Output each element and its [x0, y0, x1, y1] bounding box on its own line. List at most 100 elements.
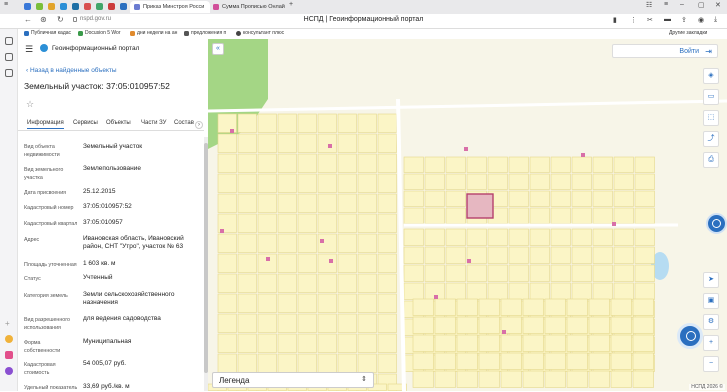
land-parcel: [434, 298, 456, 316]
sidebar-app-icon[interactable]: [5, 69, 13, 77]
portal-name: Геоинформационный портал: [52, 45, 140, 52]
parcel-marker: [266, 257, 270, 261]
bookmark-item[interactable]: консультант плюс: [236, 30, 284, 36]
tab-composition[interactable]: Состав: [174, 120, 194, 126]
sidebar-app-icon[interactable]: [5, 335, 13, 343]
tab-services[interactable]: Сервисы: [73, 120, 98, 126]
land-parcel: [544, 334, 566, 352]
feedback-button[interactable]: [706, 213, 727, 234]
land-parcel: [632, 352, 654, 370]
pinned-tab-icon[interactable]: [108, 3, 115, 10]
minimize-button[interactable]: –: [680, 1, 684, 8]
area-select-icon[interactable]: ⬚: [703, 110, 719, 126]
more-icon[interactable]: ⋮: [630, 16, 637, 24]
share-map-icon[interactable]: ⤴: [703, 131, 719, 147]
tabs-next-icon[interactable]: ›: [195, 121, 203, 129]
land-parcel: [445, 282, 466, 300]
field-label: Вид земельного участка: [24, 167, 64, 181]
sidebar-app-icon[interactable]: [5, 367, 13, 375]
land-parcel: [613, 264, 634, 282]
bookmark-label: предложения п: [191, 30, 227, 36]
bookmark-icon[interactable]: ▮: [613, 16, 617, 24]
pinned-tab-icon[interactable]: [120, 3, 127, 10]
land-parcel: [445, 264, 466, 282]
browser-tab[interactable]: Приказ Минстроя Росси: [130, 1, 210, 13]
extension-icon[interactable]: ✂: [647, 16, 653, 24]
pinned-tab-icon[interactable]: [60, 3, 67, 10]
login-button[interactable]: Войти ⇥: [612, 44, 718, 58]
bookmarks-icon[interactable]: ☷: [646, 1, 652, 9]
map-mode-icon[interactable]: ▣: [703, 293, 719, 309]
land-parcel: [544, 316, 566, 334]
close-window-button[interactable]: ✕: [715, 1, 721, 9]
field-label: Кадастровый номер: [24, 205, 74, 211]
sidebar-app-icon[interactable]: [5, 53, 13, 61]
parcel-marker: [320, 239, 324, 243]
pinned-tab-icon[interactable]: [72, 3, 79, 10]
favorite-star-icon[interactable]: ☆: [26, 99, 34, 110]
extension-icon[interactable]: ▬: [664, 16, 671, 23]
land-parcel: [466, 173, 487, 190]
locate-icon[interactable]: ➤: [703, 272, 719, 288]
pinned-tab-icon[interactable]: [96, 3, 103, 10]
ruler-icon[interactable]: ▭: [703, 89, 719, 105]
maximize-button[interactable]: ▢: [698, 1, 705, 9]
parcel-marker: [467, 259, 471, 263]
back-to-results-link[interactable]: ‹ Назад в найденные объекты: [26, 67, 117, 74]
land-parcel: [297, 213, 317, 233]
other-bookmarks[interactable]: Другие закладки: [669, 30, 707, 36]
land-parcel: [337, 253, 357, 273]
land-parcel: [297, 233, 317, 253]
sidebar-app-icon[interactable]: [5, 351, 13, 359]
zoom-in-button[interactable]: +: [703, 335, 719, 351]
collapse-panel-button[interactable]: «: [212, 43, 224, 55]
chat-icon: [686, 331, 696, 341]
share-icon[interactable]: ⇪: [681, 16, 687, 24]
browser-menu-icon[interactable]: ≡: [4, 1, 8, 8]
chat-assistant-button[interactable]: [677, 323, 703, 349]
sidebar-app-icon[interactable]: [5, 37, 13, 45]
cadastral-map[interactable]: « Войти ⇥ ◈ ▭ ⬚ ⤴ ⎙ ➤ ▣ ⚙ + − Легенда ⇕ …: [208, 39, 727, 391]
legend-panel[interactable]: Легенда ⇕: [212, 372, 374, 388]
tab-land-parts[interactable]: Части ЗУ: [141, 120, 166, 126]
new-tab-button[interactable]: +: [289, 1, 293, 8]
land-parcel: [237, 253, 257, 273]
settings-icon[interactable]: ⚙: [703, 314, 719, 330]
map-canvas[interactable]: [208, 39, 727, 391]
land-parcel: [424, 173, 445, 190]
land-parcel: [217, 133, 237, 153]
bookmark-item[interactable]: дни недели на ан: [130, 30, 177, 36]
pinned-tab-icon[interactable]: [84, 3, 91, 10]
land-parcel: [592, 173, 613, 190]
bookmark-item[interactable]: Публичная кадас: [24, 30, 71, 36]
browser-menu-button[interactable]: ≡: [664, 1, 668, 8]
browser-tab[interactable]: Сумма Прописью Онлай: [209, 1, 289, 13]
land-parcel: [522, 352, 544, 370]
login-label: Войти: [679, 48, 699, 55]
pinned-tab-icon[interactable]: [48, 3, 55, 10]
land-parcel: [529, 173, 550, 190]
land-parcel: [610, 334, 632, 352]
land-parcel: [592, 190, 613, 207]
downloads-icon[interactable]: ⤓: [714, 16, 717, 24]
bookmark-item[interactable]: предложения п: [184, 30, 226, 36]
tab-information[interactable]: Информация: [27, 120, 64, 129]
menu-icon[interactable]: ☰: [25, 44, 33, 55]
land-parcel: [237, 213, 257, 233]
tab-objects[interactable]: Объекты: [106, 120, 131, 126]
pinned-tab-icon[interactable]: [36, 3, 43, 10]
bookmark-label: Публичная кадас: [31, 30, 72, 36]
zoom-out-button[interactable]: −: [703, 356, 719, 372]
layers-icon[interactable]: ◈: [703, 68, 719, 84]
bookmark-item[interactable]: Docusion 5 Wor: [78, 30, 120, 36]
land-parcel: [337, 213, 357, 233]
land-parcel: [337, 193, 357, 213]
pinned-tab-icon[interactable]: [24, 3, 31, 10]
land-parcel: [317, 333, 337, 353]
land-parcel: [297, 173, 317, 193]
profile-icon[interactable]: ◉: [698, 16, 704, 24]
print-icon[interactable]: ⎙: [703, 152, 719, 168]
land-parcel: [424, 228, 445, 246]
sidebar-add-icon[interactable]: +: [5, 319, 13, 328]
land-parcel: [337, 273, 357, 293]
